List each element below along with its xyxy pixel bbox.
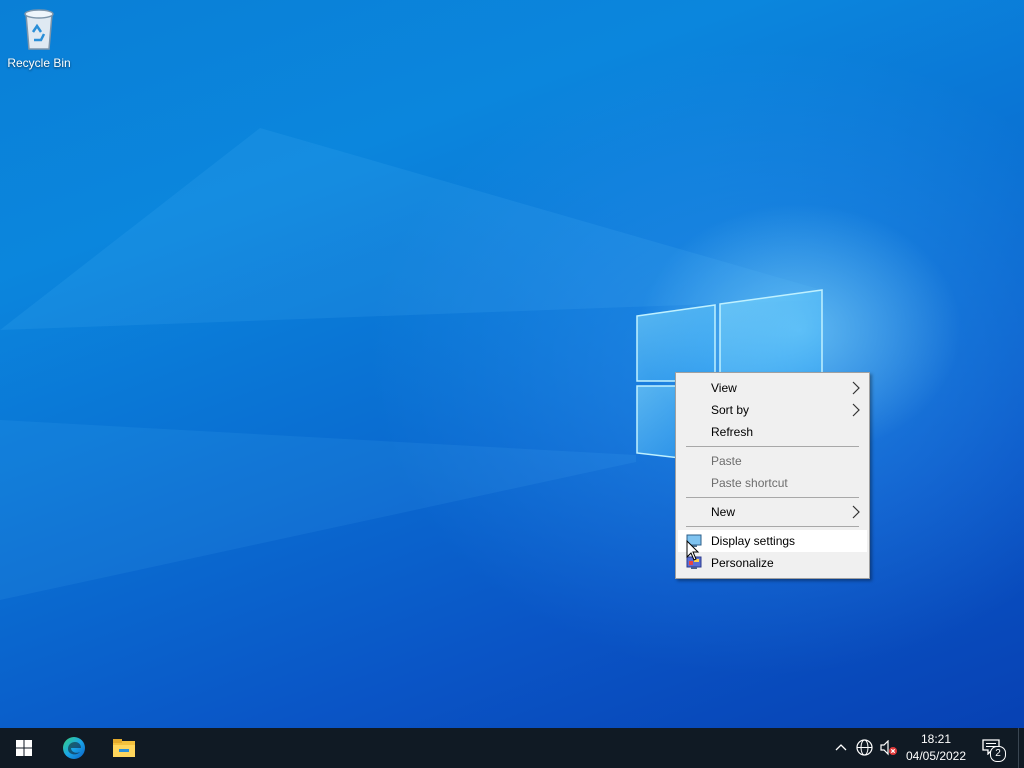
menu-item-new[interactable]: New <box>678 501 867 523</box>
windows-wallpaper-logo <box>0 128 823 600</box>
chevron-up-icon <box>835 744 847 751</box>
notification-count-badge: 2 <box>990 746 1006 762</box>
chevron-right-icon <box>852 505 860 519</box>
start-button[interactable] <box>0 728 48 768</box>
clock-time: 18:21 <box>920 732 952 746</box>
network-button[interactable] <box>853 728 875 768</box>
windows-logo-icon <box>16 740 32 756</box>
show-hidden-icons-button[interactable] <box>830 728 850 768</box>
menu-item-sort-by[interactable]: Sort by <box>678 399 867 421</box>
menu-item-paste[interactable]: Paste <box>678 450 867 472</box>
menu-item-refresh[interactable]: Refresh <box>678 421 867 443</box>
menu-separator <box>686 446 859 447</box>
chevron-right-icon <box>852 381 860 395</box>
volume-button[interactable] <box>877 728 899 768</box>
menu-item-paste-shortcut[interactable]: Paste shortcut <box>678 472 867 494</box>
chevron-right-icon <box>852 403 860 417</box>
taskbar-clock[interactable]: 18:21 04/05/2022 <box>902 731 970 765</box>
desktop-context-menu: View Sort by Refresh Paste Paste shortcu… <box>675 372 870 579</box>
desktop-icon-recycle-bin[interactable]: Recycle Bin <box>4 6 74 70</box>
desktop-icon-label: Recycle Bin <box>7 56 71 70</box>
show-desktop-button[interactable] <box>1018 728 1024 768</box>
menu-item-display-settings[interactable]: Display settings <box>678 530 867 552</box>
menu-item-view[interactable]: View <box>678 377 867 399</box>
taskbar-file-explorer-button[interactable] <box>100 728 148 768</box>
menu-item-personalize[interactable]: Personalize <box>678 552 867 574</box>
file-explorer-icon <box>113 739 135 757</box>
clock-date: 04/05/2022 <box>905 749 967 763</box>
taskbar-edge-button[interactable] <box>50 728 98 768</box>
edge-icon <box>63 737 85 759</box>
taskbar: 18:21 04/05/2022 2 <box>0 728 1024 768</box>
volume-muted-icon <box>880 740 897 756</box>
desktop[interactable]: Recycle Bin View Sort by Refresh Paste P… <box>0 0 1024 728</box>
action-center-button[interactable]: 2 <box>976 728 1016 768</box>
menu-separator <box>686 526 859 527</box>
recycle-bin-icon <box>24 9 54 50</box>
network-globe-icon <box>856 739 873 756</box>
mouse-cursor-icon <box>686 540 700 561</box>
menu-separator <box>686 497 859 498</box>
